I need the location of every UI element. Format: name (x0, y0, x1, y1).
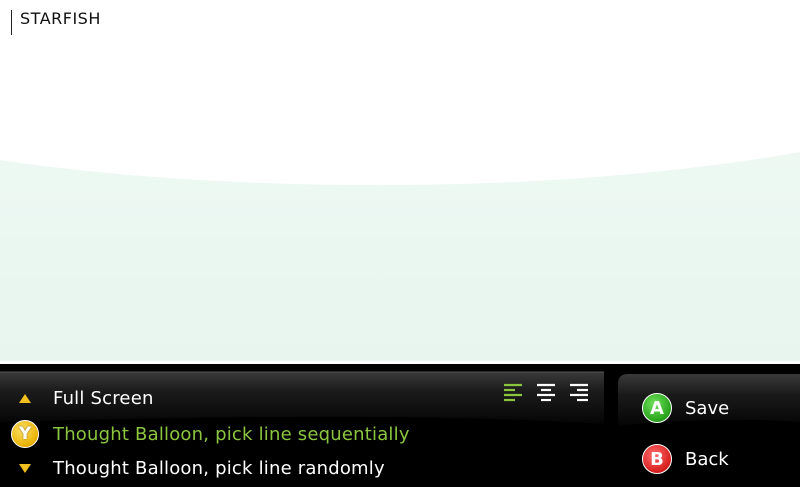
menu-item-label: Thought Balloon, pick line randomly (53, 457, 385, 479)
align-left-icon[interactable] (502, 382, 526, 404)
down-arrow-icon (10, 453, 40, 483)
save-label: Save (685, 397, 730, 419)
a-button-icon: A (642, 393, 672, 423)
background-wave (0, 152, 800, 361)
back-action[interactable]: B Back (642, 444, 729, 474)
align-center-icon[interactable] (534, 382, 558, 404)
b-button-icon: B (642, 444, 672, 474)
text-editor-screen: STARFISH Full Screen Y Thought Balloon, … (0, 0, 800, 487)
editor-text[interactable]: STARFISH (20, 9, 101, 28)
align-right-icon[interactable] (566, 382, 590, 404)
up-arrow-icon (10, 383, 40, 413)
options-panel: Full Screen Y Thought Balloon, pick line… (0, 364, 612, 487)
alignment-options (502, 382, 590, 404)
actions-panel: A Save B Back (618, 374, 800, 487)
text-cursor (11, 10, 12, 35)
back-label: Back (685, 448, 729, 470)
y-button-icon: Y (10, 419, 40, 449)
text-canvas[interactable]: STARFISH (0, 0, 800, 361)
save-action[interactable]: A Save (642, 393, 729, 423)
menu-item-label: Thought Balloon, pick line sequentially (53, 423, 410, 445)
menu-item-label: Full Screen (53, 387, 154, 409)
